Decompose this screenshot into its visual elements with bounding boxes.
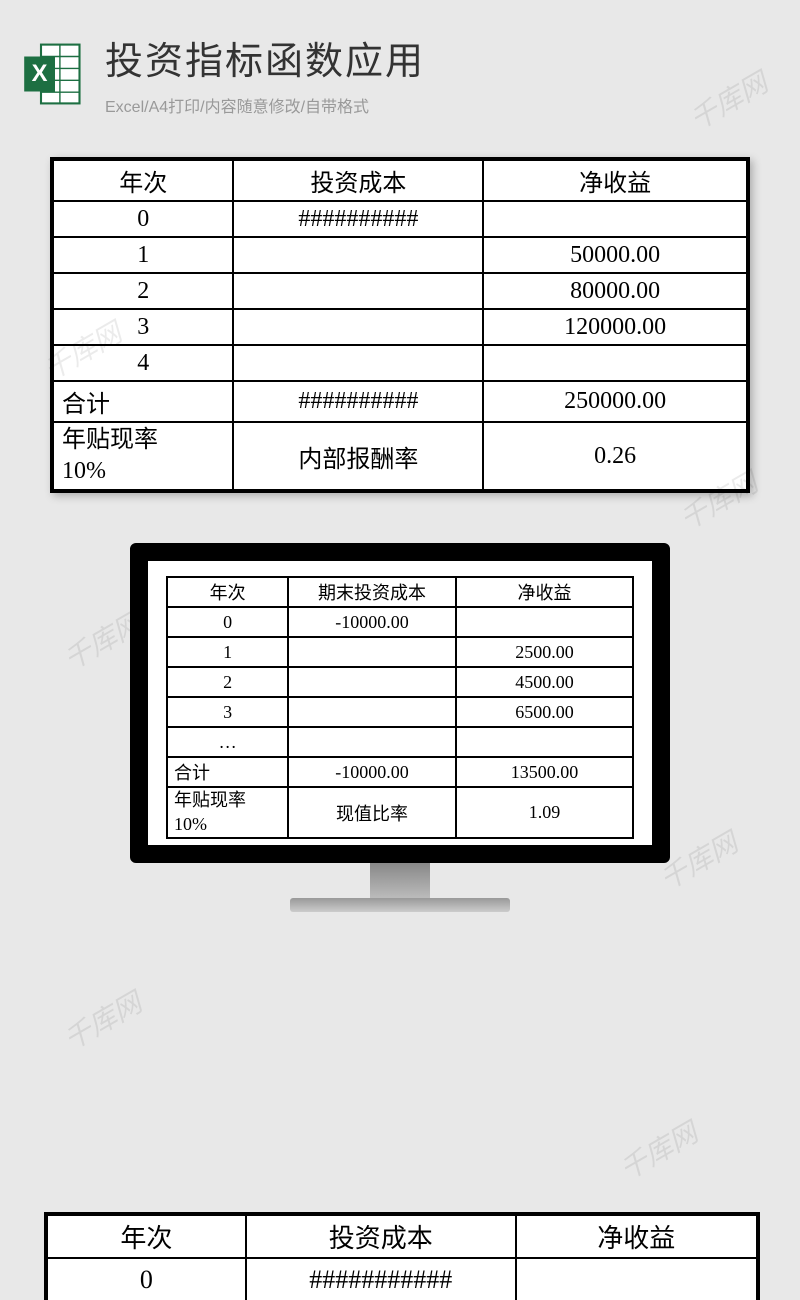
table-row: 3 120000.00 [53, 309, 747, 345]
cell-income: 4500.00 [456, 667, 633, 697]
cell-cost [233, 273, 483, 309]
cell-year: 0 [47, 1258, 246, 1300]
rate-value: 1.09 [456, 787, 633, 838]
monitor-mockup: 年次 期末投资成本 净收益 0 -10000.00 1 2500.00 2 [0, 543, 800, 912]
total-income: 13500.00 [456, 757, 633, 787]
cell-income: 80000.00 [483, 273, 747, 309]
cell-year: 2 [53, 273, 233, 309]
cell-year: 3 [167, 697, 288, 727]
rate-label: 年贴现率 10% [53, 422, 233, 490]
cell-income [483, 345, 747, 381]
cell-cost [288, 667, 456, 697]
cell-cost [233, 237, 483, 273]
cell-cost [233, 309, 483, 345]
page-subtitle: Excel/A4打印/内容随意修改/自带格式 [105, 93, 780, 117]
total-cost: -10000.00 [288, 757, 456, 787]
cell-income [516, 1258, 757, 1300]
cell-year: 4 [53, 345, 233, 381]
cell-income: 50000.00 [483, 237, 747, 273]
table3: 年次 投资成本 净收益 0 ########### [46, 1214, 758, 1300]
page-title: 投资指标函数应用 [105, 30, 780, 85]
total-income: 250000.00 [483, 381, 747, 422]
table-row: 1 2500.00 [167, 637, 633, 667]
table-row: 3 6500.00 [167, 697, 633, 727]
excel-icon: X [20, 39, 90, 109]
col-header-year: 年次 [47, 1215, 246, 1258]
cell-year: 0 [53, 201, 233, 237]
cell-cost [233, 345, 483, 381]
rate-label: 年贴现率 10% [167, 787, 288, 838]
cell-cost [288, 637, 456, 667]
cell-income: 2500.00 [456, 637, 633, 667]
table-row: 2 4500.00 [167, 667, 633, 697]
cell-income [483, 201, 747, 237]
rate-label-line1: 年贴现率 [62, 427, 158, 453]
col-header-cost: 期末投资成本 [288, 577, 456, 607]
total-label: 合计 [167, 757, 288, 787]
rate-label-line2: 10% [174, 814, 207, 834]
rate-mid-label: 现值比率 [288, 787, 456, 838]
monitor-screen: 年次 期末投资成本 净收益 0 -10000.00 1 2500.00 2 [130, 543, 670, 863]
cell-year: 0 [167, 607, 288, 637]
rate-label-line1: 年贴现率 [174, 790, 246, 810]
col-header-income: 净收益 [483, 160, 747, 201]
watermark: 千库网 [612, 1112, 705, 1189]
table1: 年次 投资成本 净收益 0 ########## 1 50000.00 2 80… [52, 159, 748, 491]
rate-mid-label: 内部报酬率 [233, 422, 483, 490]
header: X 投资指标函数应用 Excel/A4打印/内容随意修改/自带格式 [0, 0, 800, 127]
table-row: 0 ########## [53, 201, 747, 237]
table-total-row: 合计 ########## 250000.00 [53, 381, 747, 422]
cell-year: 1 [167, 637, 288, 667]
col-header-cost: 投资成本 [233, 160, 483, 201]
rate-value: 0.26 [483, 422, 747, 490]
table3-preview: 年次 投资成本 净收益 0 ########### [44, 1212, 760, 1300]
total-cost: ########## [233, 381, 483, 422]
table-rate-row: 年贴现率 10% 内部报酬率 0.26 [53, 422, 747, 490]
cell-income [456, 727, 633, 757]
table-row: 4 [53, 345, 747, 381]
table-rate-row: 年贴现率 10% 现值比率 1.09 [167, 787, 633, 838]
cell-income [456, 607, 633, 637]
table-row: 2 80000.00 [53, 273, 747, 309]
cell-year: … [167, 727, 288, 757]
cell-cost [288, 697, 456, 727]
svg-text:X: X [32, 60, 48, 87]
table-header-row: 年次 期末投资成本 净收益 [167, 577, 633, 607]
cell-year: 2 [167, 667, 288, 697]
col-header-income: 净收益 [516, 1215, 757, 1258]
cell-year: 1 [53, 237, 233, 273]
monitor-neck [370, 863, 430, 898]
table1-preview: 年次 投资成本 净收益 0 ########## 1 50000.00 2 80… [50, 157, 750, 493]
table-header-row: 年次 投资成本 净收益 [53, 160, 747, 201]
col-header-cost: 投资成本 [246, 1215, 516, 1258]
cell-cost [288, 727, 456, 757]
cell-income: 6500.00 [456, 697, 633, 727]
cell-cost: -10000.00 [288, 607, 456, 637]
table-row: 1 50000.00 [53, 237, 747, 273]
monitor-base [290, 898, 510, 912]
rate-label-line2: 10% [62, 458, 106, 484]
table-header-row: 年次 投资成本 净收益 [47, 1215, 757, 1258]
cell-year: 3 [53, 309, 233, 345]
total-label: 合计 [53, 381, 233, 422]
table-row: … [167, 727, 633, 757]
table-total-row: 合计 -10000.00 13500.00 [167, 757, 633, 787]
table-row: 0 ########### [47, 1258, 757, 1300]
cell-income: 120000.00 [483, 309, 747, 345]
table-row: 0 -10000.00 [167, 607, 633, 637]
col-header-income: 净收益 [456, 577, 633, 607]
cell-cost: ########## [233, 201, 483, 237]
table2: 年次 期末投资成本 净收益 0 -10000.00 1 2500.00 2 [166, 576, 634, 839]
cell-cost: ########### [246, 1258, 516, 1300]
watermark: 千库网 [56, 982, 149, 1059]
col-header-year: 年次 [53, 160, 233, 201]
col-header-year: 年次 [167, 577, 288, 607]
